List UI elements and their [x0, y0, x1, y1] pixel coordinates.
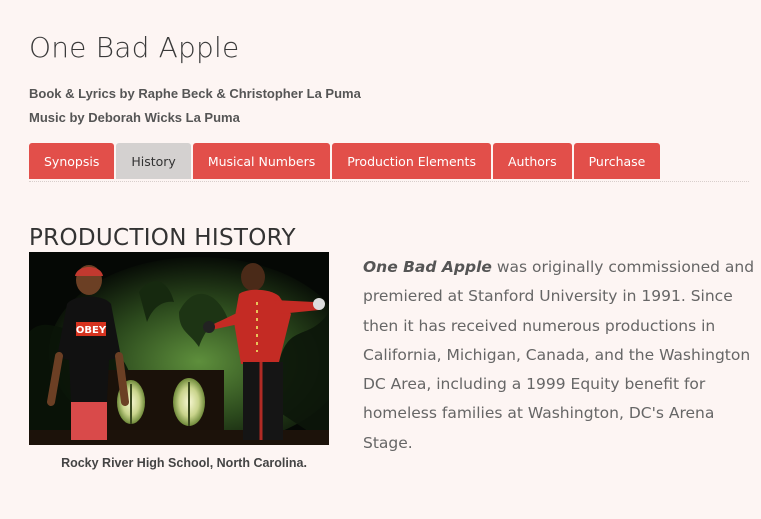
tab-production-elements[interactable]: Production Elements	[332, 143, 491, 179]
history-paragraph: One Bad Apple was originally commissione…	[363, 253, 755, 458]
credit-music: Music by Deborah Wicks La Puma	[29, 110, 240, 125]
tab-musical-numbers[interactable]: Musical Numbers	[192, 143, 331, 179]
photo-caption: Rocky River High School, North Carolina.	[61, 456, 307, 470]
tab-authors[interactable]: Authors	[492, 143, 572, 179]
page-title: One Bad Apple	[29, 30, 240, 64]
production-photo: OBEY	[29, 252, 329, 445]
show-title-emphasis: One Bad Apple	[363, 258, 492, 276]
tab-synopsis[interactable]: Synopsis	[29, 143, 115, 179]
credits: Book & Lyrics by Raphe Beck & Christophe…	[29, 82, 361, 130]
tab-history[interactable]: History	[116, 143, 191, 179]
production-photo-illustration: OBEY	[29, 252, 329, 445]
shirt-logo-text: OBEY	[76, 325, 107, 336]
section-heading: PRODUCTION HISTORY	[29, 225, 296, 252]
credit-book-lyrics: Book & Lyrics by Raphe Beck & Christophe…	[29, 86, 361, 101]
tab-purchase[interactable]: Purchase	[573, 143, 661, 179]
tab-bar: Synopsis History Musical Numbers Product…	[29, 143, 749, 182]
history-paragraph-text: was originally commissioned and premiere…	[363, 258, 755, 452]
